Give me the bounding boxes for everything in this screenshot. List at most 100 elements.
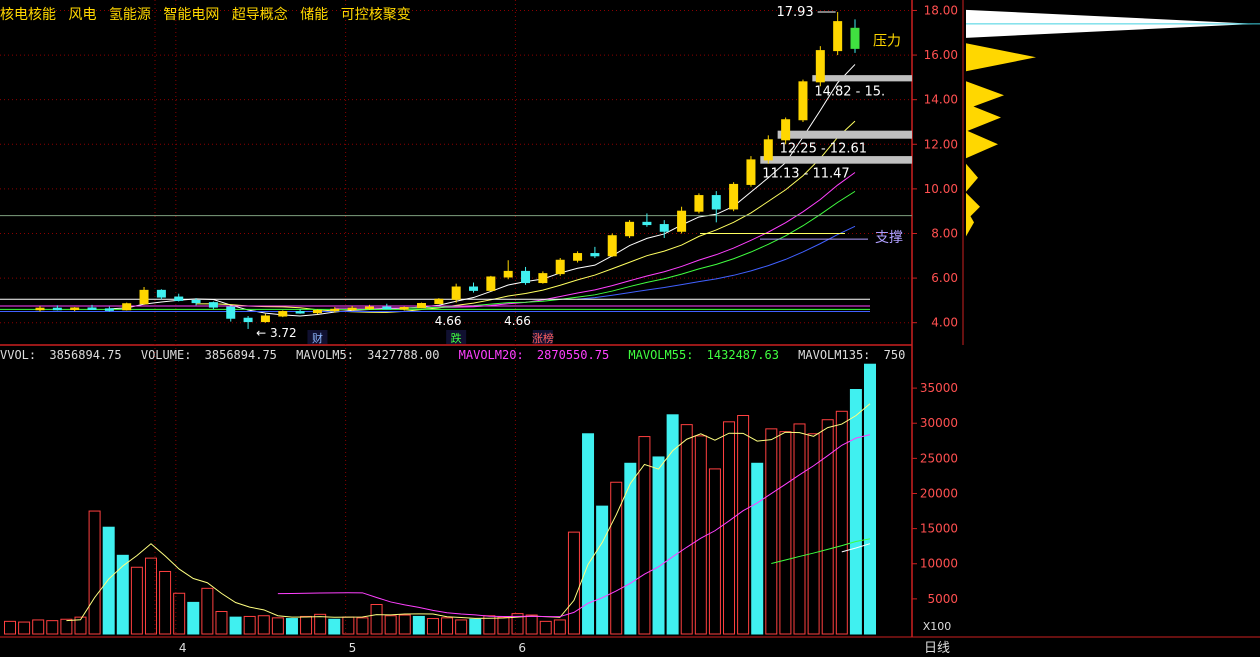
resistance-zone-label: 14.82 - 15. — [814, 84, 885, 99]
volume-bar — [807, 433, 820, 635]
candle — [694, 195, 704, 212]
volume-bar — [159, 570, 172, 635]
candle — [330, 308, 340, 312]
volume-bar — [412, 615, 425, 635]
candle — [226, 306, 236, 319]
candle — [746, 159, 756, 185]
low-price-label: ← 3.72 — [256, 326, 297, 340]
candle — [52, 307, 62, 311]
volume-bar — [46, 620, 59, 635]
volume-tick-label: 10000 — [920, 557, 958, 571]
candle — [156, 289, 166, 298]
candle — [208, 302, 218, 308]
volume-bar — [88, 510, 101, 635]
volume-bar — [567, 531, 580, 635]
candle — [399, 307, 409, 310]
concept-tag[interactable]: 智能电网 — [163, 7, 219, 23]
candle — [364, 306, 374, 310]
candle — [122, 303, 132, 311]
candle — [312, 309, 322, 314]
volume-bar — [215, 611, 228, 635]
volume-bar — [765, 428, 778, 635]
candle — [607, 235, 617, 257]
volume-bar — [469, 618, 482, 635]
candle — [35, 307, 45, 311]
volume-bar — [116, 554, 129, 635]
stock-chart[interactable]: 4 5 6 4.00 6.00 8.00 10.00 12.00 14.00 16.00 18.00… — [0, 0, 1260, 657]
volume-bar — [708, 468, 721, 635]
candle — [590, 253, 600, 257]
volume-bar — [849, 389, 862, 635]
volume-bar — [624, 462, 637, 635]
volume-bar — [553, 619, 566, 635]
legend-mavolm20: MAVOLM20: 2870550.75 — [458, 348, 610, 362]
resistance-zone — [812, 75, 912, 82]
price-tick-label: 6.00 — [931, 271, 958, 285]
event-marker: 财 — [312, 331, 323, 345]
volume-bar — [314, 613, 327, 635]
legend-mavolm135: MAVOLM135: 750 — [798, 348, 906, 362]
resistance-label: 压力 — [873, 34, 901, 50]
volume-bar — [864, 363, 876, 635]
price-label: 4.66 — [504, 314, 531, 328]
period-label[interactable]: 日线 — [924, 637, 956, 656]
volume-tick-label: 25000 — [920, 451, 958, 465]
price-tick-label: 10.00 — [924, 182, 958, 196]
candle — [139, 289, 149, 305]
volume-bar — [723, 421, 736, 635]
candle — [521, 270, 531, 284]
ma-line — [109, 64, 856, 317]
candle — [243, 317, 253, 323]
volume-bar — [779, 431, 792, 635]
volume-tick-label: 15000 — [920, 522, 958, 536]
candle — [625, 221, 635, 237]
price-tick-label: 12.00 — [924, 137, 958, 151]
candle — [486, 276, 496, 291]
volume-bar — [652, 456, 665, 635]
candle — [781, 119, 791, 141]
candle — [729, 183, 739, 210]
volume-profile-bar — [966, 81, 1004, 110]
candle — [833, 21, 843, 52]
candle — [555, 259, 565, 275]
volume-bar — [737, 415, 750, 635]
support-label: 支撑 — [875, 230, 903, 246]
candle — [174, 296, 184, 301]
volume-bar — [201, 587, 214, 635]
concept-tag[interactable]: 储能 — [300, 7, 328, 23]
candle — [295, 311, 305, 314]
concept-tag[interactable]: 氢能源 — [109, 7, 151, 23]
volume-bar — [173, 592, 186, 635]
concept-tag[interactable]: 风电 — [68, 7, 96, 23]
candle — [278, 311, 288, 317]
price-tick-label: 16.00 — [924, 48, 958, 62]
volume-bar — [328, 618, 341, 635]
candle — [469, 286, 479, 291]
event-marker: 跌 — [451, 331, 462, 345]
volume-bar — [4, 620, 16, 635]
candle — [711, 195, 721, 210]
volume-bar — [525, 614, 538, 635]
volume-bar — [539, 620, 552, 635]
volume-bar — [243, 615, 256, 635]
volume-bar — [130, 566, 143, 635]
volume-bar — [821, 419, 834, 635]
volume-profile-bar — [966, 43, 1036, 72]
concept-tag[interactable]: 超导概念 — [232, 7, 288, 23]
volume-bar — [596, 505, 609, 635]
volume-unit-label: X100 — [923, 620, 952, 633]
volume-bar — [582, 433, 595, 635]
volume-bar — [356, 617, 369, 635]
concept-tag[interactable]: 核电核能 — [0, 7, 56, 23]
price-tick-label: 14.00 — [924, 93, 958, 107]
volume-bar — [102, 526, 115, 635]
candle — [104, 308, 114, 311]
concept-tag[interactable]: 可控核聚变 — [341, 7, 411, 23]
legend-vvol: VVOL: 3856894.75 — [0, 348, 122, 362]
volume-profile-bar — [966, 103, 1001, 132]
price-tick-label: 4.00 — [931, 316, 958, 330]
month-label: 5 — [349, 641, 357, 655]
volume-bar — [229, 616, 242, 635]
candle — [347, 307, 357, 311]
candle — [503, 270, 513, 278]
